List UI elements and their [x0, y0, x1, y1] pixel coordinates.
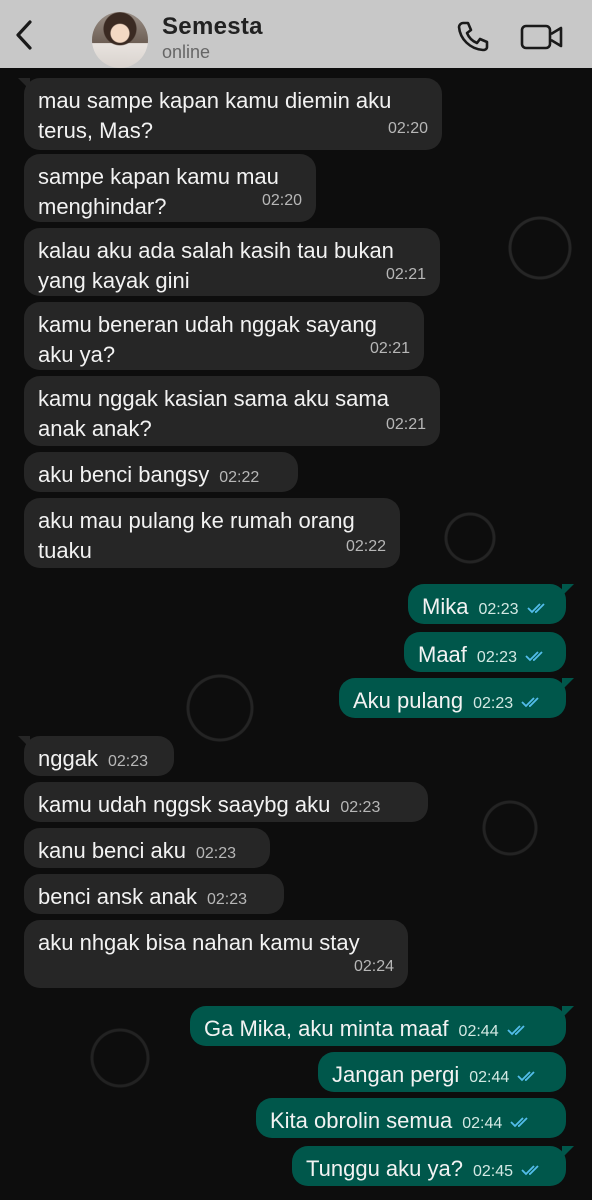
chat-header: Semesta online [0, 0, 592, 68]
message-text: Mika [422, 594, 469, 619]
message-time: 02:23 [476, 649, 517, 666]
voice-call-button[interactable] [456, 20, 490, 52]
message-bubble-outgoing[interactable]: Kita obrolin semua 02:44 [256, 1098, 566, 1138]
double-check-icon [507, 1025, 525, 1036]
message-bubble-incoming[interactable]: benci ansk anak 02:23 [24, 874, 284, 914]
message-bubble-outgoing[interactable]: Ga Mika, aku minta maaf 02:44 [190, 1006, 574, 1046]
message-text: kamu udah nggsk saaybg aku [38, 792, 331, 817]
message-time: 02:44 [469, 1069, 510, 1086]
message-time: 02:23 [107, 753, 148, 770]
message-text: benci ansk anak [38, 884, 197, 909]
message-bubble-outgoing[interactable]: Jangan pergi 02:44 [318, 1052, 566, 1092]
message-text: Kita obrolin semua [270, 1108, 453, 1133]
message-bubble-incoming[interactable]: kanu benci aku 02:23 [24, 828, 270, 868]
message-text: sampe kapan kamu mau menghindar? [38, 164, 286, 219]
double-check-icon [521, 697, 539, 708]
message-time: 02:20 [387, 120, 428, 137]
message-bubble-outgoing[interactable]: Aku pulang 02:23 [339, 678, 574, 718]
message-bubble-incoming[interactable]: aku mau pulang ke rumah orang tuaku 02:2… [24, 498, 400, 568]
message-time: 02:20 [261, 192, 302, 209]
avatar[interactable] [92, 12, 148, 68]
video-call-button[interactable] [520, 22, 564, 52]
contact-name[interactable]: Semesta [162, 13, 263, 41]
message-text: aku benci bangsy [38, 462, 210, 487]
message-text: Maaf [418, 642, 467, 667]
message-text: kanu benci aku [38, 838, 186, 863]
message-bubble-incoming[interactable]: kamu beneran udah nggak sayang aku ya? 0… [24, 302, 424, 370]
message-text: Aku pulang [353, 688, 464, 713]
message-bubble-incoming[interactable]: aku nhgak bisa nahan kamu stay 02:24 [24, 920, 408, 988]
message-time: 02:21 [385, 416, 426, 433]
message-time: 02:23 [473, 695, 514, 712]
double-check-icon [521, 1165, 539, 1176]
message-text: kalau aku ada salah kasih tau bukan yang… [38, 238, 401, 293]
message-text: aku mau pulang ke rumah orang tuaku [38, 508, 361, 563]
message-bubble-incoming[interactable]: nggak 02:23 [18, 736, 174, 776]
message-text: aku nhgak bisa nahan kamu stay [38, 930, 360, 955]
message-bubble-incoming[interactable]: sampe kapan kamu mau menghindar? 02:20 [24, 154, 316, 222]
double-check-icon [526, 603, 545, 614]
message-time: 02:21 [385, 266, 426, 283]
message-bubble-outgoing[interactable]: Mika 02:23 [408, 584, 574, 624]
message-time: 02:45 [472, 1163, 514, 1180]
phone-icon [457, 21, 489, 52]
message-time: 02:23 [340, 799, 381, 816]
message-text: Ga Mika, aku minta maaf [204, 1016, 449, 1041]
contact-status: online [162, 42, 211, 62]
message-text: Jangan pergi [332, 1062, 460, 1087]
double-check-icon [510, 1117, 529, 1128]
double-check-icon [525, 651, 543, 662]
message-bubble-outgoing[interactable]: Maaf 02:23 [404, 632, 566, 672]
message-bubble-incoming[interactable]: kalau aku ada salah kasih tau bukan yang… [24, 228, 440, 296]
message-time: 02:23 [478, 601, 519, 618]
message-text: mau sampe kapan kamu diemin aku terus, M… [38, 88, 398, 143]
message-time: 02:22 [345, 538, 386, 555]
message-time: 02:23 [196, 845, 237, 862]
message-text: nggak [38, 746, 98, 771]
message-time: 02:44 [462, 1115, 503, 1132]
message-time: 02:23 [207, 891, 248, 908]
message-time: 02:24 [353, 958, 394, 975]
back-button[interactable] [10, 18, 42, 52]
message-bubble-incoming[interactable]: kamu udah nggsk saaybg aku 02:23 [24, 782, 428, 822]
message-bubble-outgoing[interactable]: Tunggu aku ya? 02:45 [292, 1146, 574, 1186]
message-time: 02:21 [369, 340, 410, 357]
message-text: kamu nggak kasian sama aku sama anak ana… [38, 386, 396, 441]
message-time: 02:44 [458, 1023, 499, 1040]
message-bubble-incoming[interactable]: aku benci bangsy 02:22 [24, 452, 298, 492]
message-text: Tunggu aku ya? [306, 1156, 463, 1181]
chevron-left-icon [16, 20, 32, 50]
chat-area[interactable]: mau sampe kapan kamu diemin aku terus, M… [0, 68, 592, 1200]
message-text: kamu beneran udah nggak sayang aku ya? [38, 312, 383, 367]
double-check-icon [517, 1071, 536, 1082]
message-bubble-incoming[interactable]: mau sampe kapan kamu diemin aku terus, M… [18, 78, 442, 150]
video-camera-icon [520, 24, 563, 50]
message-time: 02:22 [219, 469, 260, 486]
message-bubble-incoming[interactable]: kamu nggak kasian sama aku sama anak ana… [24, 376, 440, 446]
